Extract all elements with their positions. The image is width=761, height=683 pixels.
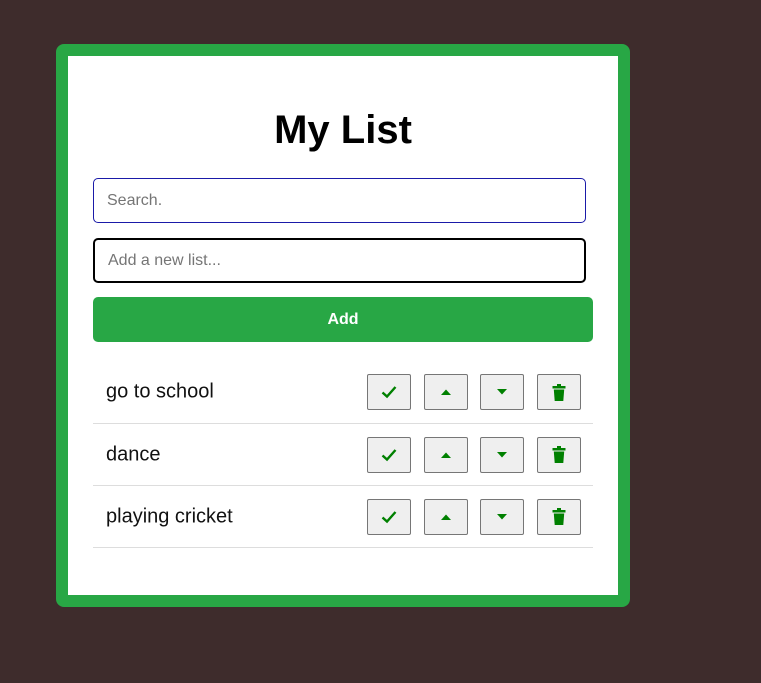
delete-button[interactable] [537, 498, 581, 535]
complete-button[interactable] [367, 436, 411, 473]
trash-icon [552, 446, 566, 463]
todo-card: My List Add go to school dance [56, 44, 630, 607]
caret-down-icon [497, 389, 507, 395]
search-input[interactable] [93, 178, 586, 223]
delete-button[interactable] [537, 374, 581, 410]
move-up-button[interactable] [424, 374, 468, 410]
todo-list: go to school dance playing cricket [93, 361, 593, 548]
move-down-button[interactable] [480, 436, 524, 473]
page-title: My List [274, 108, 412, 152]
move-down-button[interactable] [480, 374, 524, 410]
list-item: playing cricket [93, 486, 593, 548]
complete-button[interactable] [367, 498, 411, 535]
move-up-button[interactable] [424, 498, 468, 535]
check-icon [381, 386, 397, 399]
list-item-label: playing cricket [106, 505, 233, 527]
check-icon [381, 448, 397, 461]
caret-down-icon [497, 513, 507, 519]
move-down-button[interactable] [480, 498, 524, 535]
delete-button[interactable] [537, 436, 581, 473]
list-item: go to school [93, 361, 593, 424]
list-item-label: go to school [106, 380, 214, 403]
new-item-input[interactable] [93, 238, 586, 283]
complete-button[interactable] [367, 374, 411, 410]
move-up-button[interactable] [424, 436, 468, 473]
caret-down-icon [497, 451, 507, 457]
caret-up-icon [441, 452, 451, 458]
trash-icon [552, 383, 566, 401]
caret-up-icon [441, 389, 451, 395]
add-button[interactable]: Add [93, 297, 593, 342]
list-item: dance [93, 424, 593, 486]
check-icon [381, 510, 397, 523]
trash-icon [552, 508, 566, 525]
caret-up-icon [441, 514, 451, 520]
list-item-label: dance [106, 443, 161, 465]
